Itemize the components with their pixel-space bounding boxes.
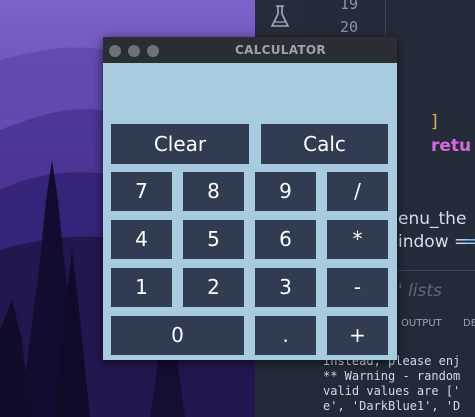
terminal-line: e', 'DarkBlue1', 'D bbox=[323, 399, 461, 413]
key-5[interactable]: 5 bbox=[183, 220, 244, 259]
code-line-window: indow = bbox=[398, 232, 469, 252]
terminal-line: valid values are [' bbox=[323, 384, 461, 398]
key-2[interactable]: 2 bbox=[183, 268, 244, 307]
key-4[interactable]: 4 bbox=[111, 220, 172, 259]
key-8[interactable]: 8 bbox=[183, 172, 244, 211]
clear-button[interactable]: Clear bbox=[111, 124, 249, 164]
key-6[interactable]: 6 bbox=[255, 220, 316, 259]
code-token-operator: = bbox=[463, 232, 475, 252]
key-multiply[interactable]: * bbox=[327, 220, 388, 259]
key-add[interactable]: + bbox=[327, 316, 388, 355]
window-title-container: CALCULATOR bbox=[103, 37, 397, 63]
code-comment: ' lists bbox=[398, 281, 442, 301]
key-decimal[interactable]: . bbox=[255, 316, 316, 355]
key-9[interactable]: 9 bbox=[255, 172, 316, 211]
calculator-window: CALCULATOR Clear Calc 7 8 9 / 4 5 6 * 1 … bbox=[103, 37, 397, 360]
key-1[interactable]: 1 bbox=[111, 268, 172, 307]
terminal-line: ** Warning - random bbox=[323, 369, 461, 383]
line-number: 19 bbox=[340, 0, 359, 13]
flask-icon[interactable] bbox=[269, 4, 291, 30]
key-3[interactable]: 3 bbox=[255, 268, 316, 307]
window-title: CALCULATOR bbox=[235, 43, 326, 57]
tab-output[interactable]: OUTPUT bbox=[401, 318, 442, 329]
window-titlebar[interactable]: CALCULATOR bbox=[103, 37, 397, 63]
key-subtract[interactable]: - bbox=[327, 268, 388, 307]
key-0[interactable]: 0 bbox=[111, 316, 244, 355]
calculator-display bbox=[111, 69, 389, 119]
calc-button[interactable]: Calc bbox=[261, 124, 388, 164]
code-token-bracket: ] bbox=[431, 112, 438, 132]
key-7[interactable]: 7 bbox=[111, 172, 172, 211]
tab-debug[interactable]: DE bbox=[463, 318, 475, 329]
code-line-menu: enu_the bbox=[398, 209, 467, 229]
code-token-return: retu bbox=[431, 136, 472, 156]
line-number: 20 bbox=[340, 18, 359, 36]
key-divide[interactable]: / bbox=[327, 172, 388, 211]
